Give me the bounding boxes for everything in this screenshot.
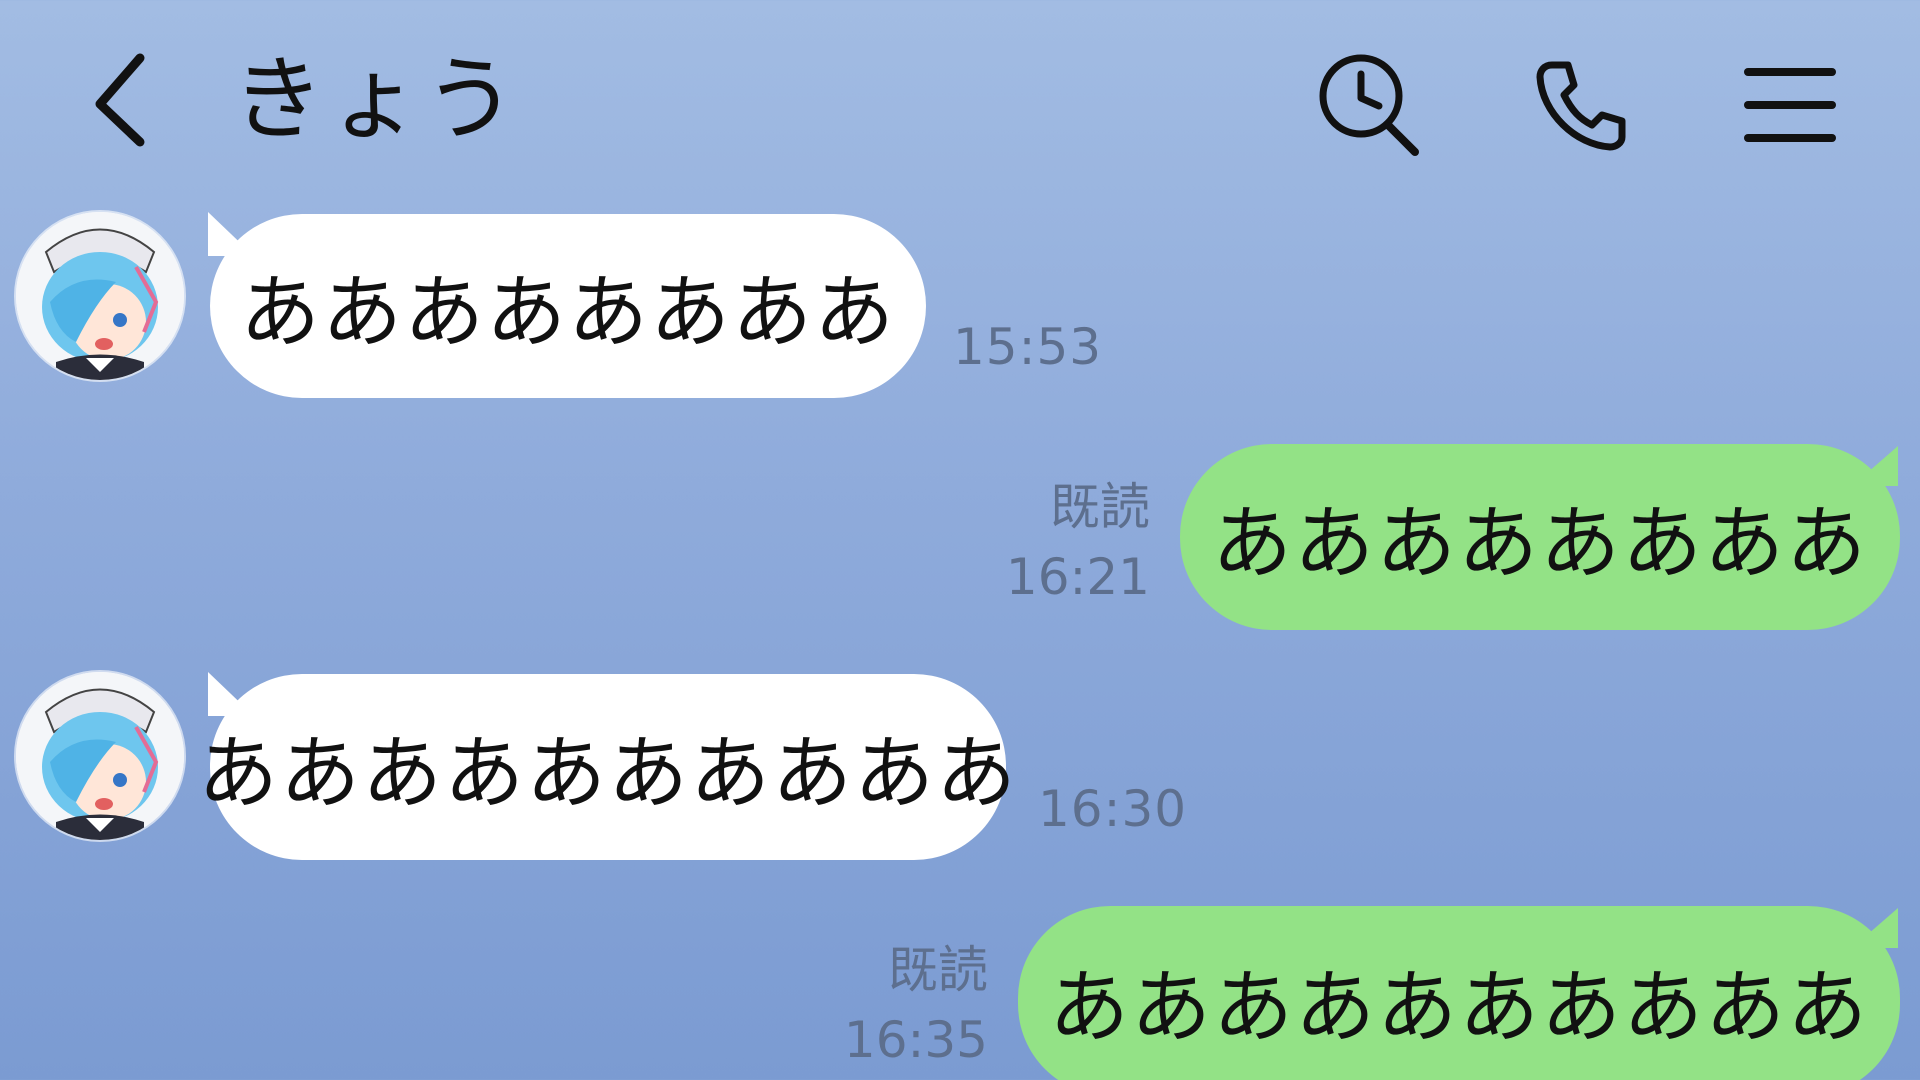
back-button[interactable] [70, 45, 170, 155]
chat-title: きょう [232, 46, 521, 153]
anime-girl-avatar-icon [16, 672, 184, 840]
message-text: ああああああああああ [198, 727, 1018, 820]
contact-avatar[interactable] [16, 212, 184, 380]
read-status: 既読 16:21 [1006, 472, 1150, 612]
message-bubble-incoming[interactable]: ああああああああああ [198, 674, 1016, 860]
contact-avatar[interactable] [16, 672, 184, 840]
anime-girl-avatar-icon [16, 212, 184, 380]
call-button[interactable] [1520, 45, 1640, 165]
chat-header: きょう [0, 0, 1920, 200]
read-status: 既読 16:35 [844, 935, 988, 1075]
search-button[interactable] [1310, 45, 1430, 165]
message-time: 16:30 [1038, 780, 1188, 838]
read-label: 既読 [1050, 478, 1150, 536]
bubble-tail [1852, 446, 1898, 486]
message-time: 16:21 [1005, 548, 1150, 606]
bubble-tail [1852, 908, 1898, 948]
phone-icon [1536, 61, 1626, 151]
hamburger-menu-icon [1744, 68, 1836, 142]
message-bubble-outgoing[interactable]: ああああああああ [1180, 444, 1900, 630]
message-text: ああああああああ [240, 266, 896, 359]
read-label: 既読 [888, 941, 988, 999]
message-bubble-incoming[interactable]: ああああああああ [210, 214, 926, 398]
message-time: 16:35 [843, 1011, 988, 1069]
menu-button[interactable] [1730, 45, 1850, 165]
message-text: ああああああああああ [1049, 961, 1869, 1054]
message-bubble-outgoing[interactable]: ああああああああああ [1018, 906, 1900, 1080]
message-text: ああああああああ [1212, 497, 1868, 590]
history-search-icon [1319, 54, 1419, 156]
message-time: 15:53 [953, 318, 1103, 376]
chevron-left-icon [95, 53, 145, 147]
